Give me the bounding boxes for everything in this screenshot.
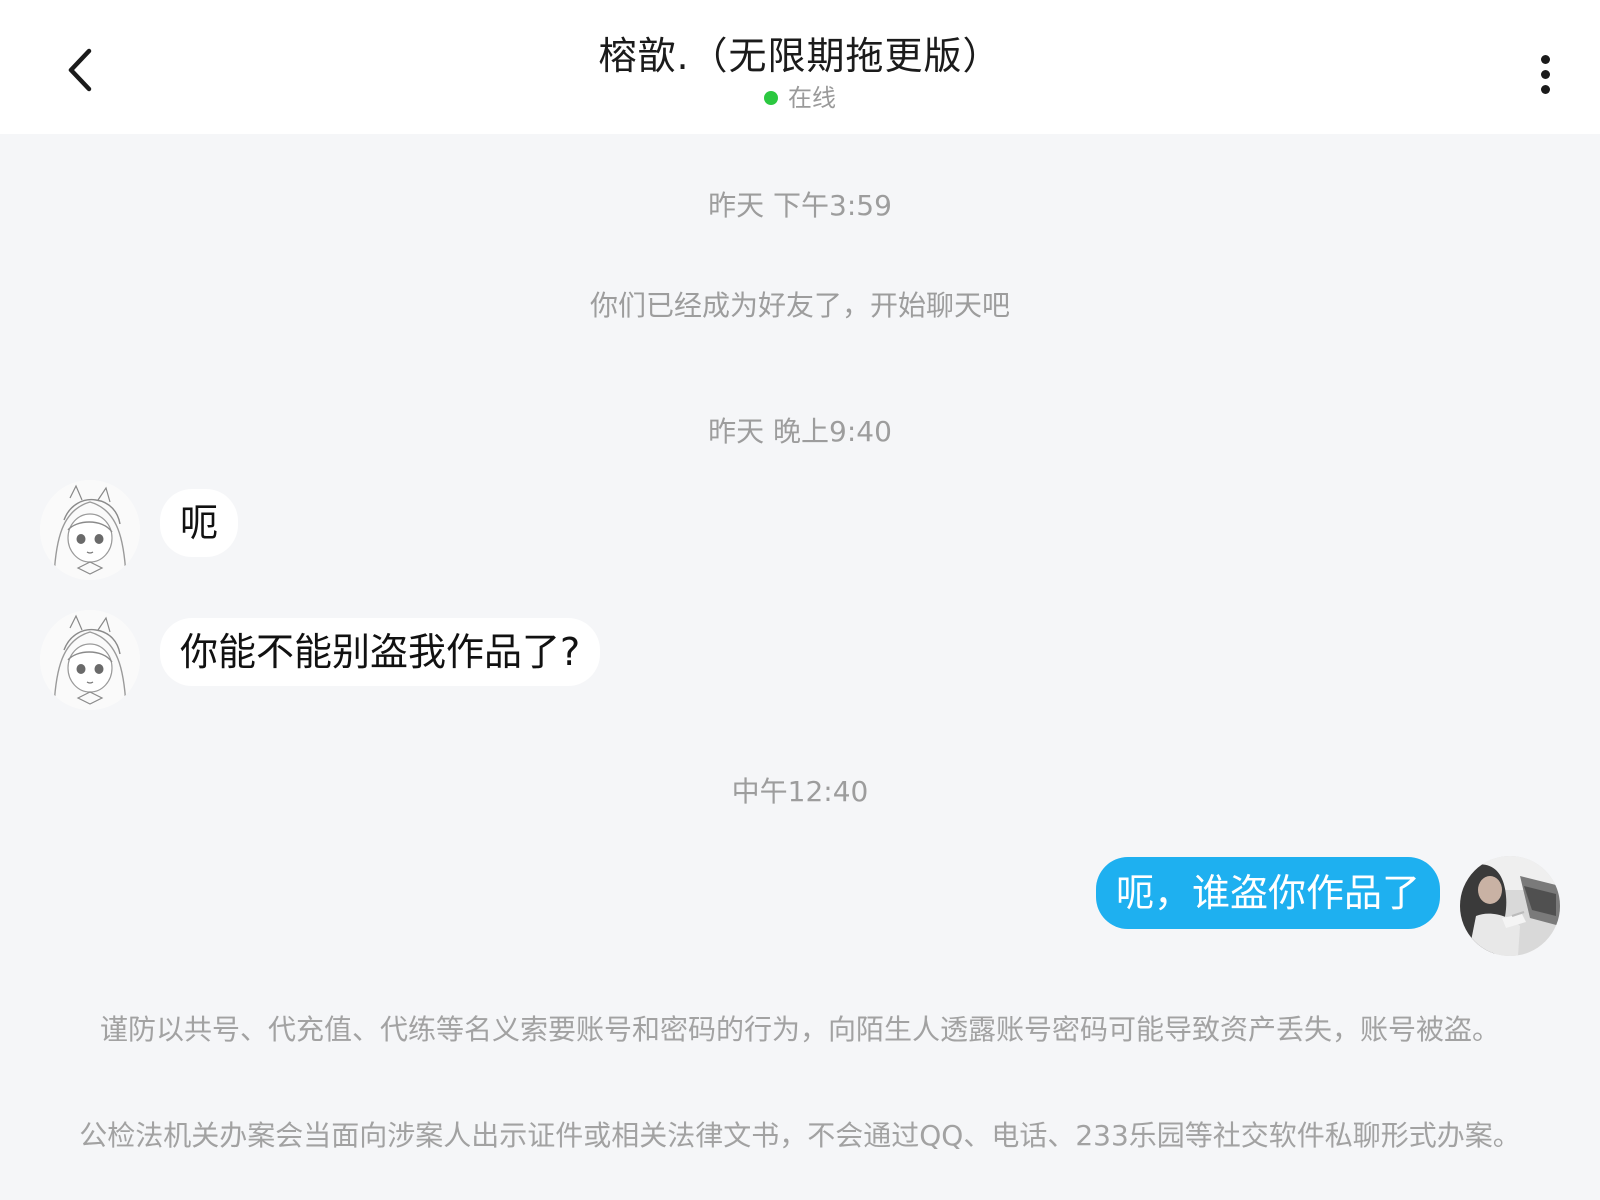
more-options-button[interactable] (1520, 46, 1570, 102)
user-avatar[interactable] (1460, 856, 1560, 956)
online-dot (764, 91, 778, 105)
timestamp: 昨天 晚上9:40 (708, 415, 892, 448)
more-vertical-icon (1540, 54, 1550, 64)
header-title-group: 榕歆.（无限期拖更版） 在线 (0, 28, 1600, 114)
message-text: 你能不能别盗我作品了? (180, 630, 581, 674)
timestamp: 中午12:40 (731, 775, 869, 808)
message-text: 呃，谁盗你作品了 (1115, 871, 1420, 915)
security-notice: 谨防以共号、代充值、代练等名义索要账号和密码的行为，向陌生人透露账号密码可能导致… (99, 1013, 1500, 1046)
chat-header: 榕歆.（无限期拖更版） 在线 (0, 0, 1600, 134)
anime-sketch-avatar-icon (40, 480, 140, 580)
outgoing-message-bubble[interactable]: 呃，谁盗你作品了 (1095, 857, 1440, 929)
incoming-message-bubble[interactable]: 呃 (160, 489, 239, 557)
timestamp: 昨天 下午3:59 (708, 189, 892, 222)
incoming-message-bubble[interactable]: 你能不能别盗我作品了? (160, 618, 601, 686)
anime-sketch-avatar-icon (40, 610, 140, 710)
user-photo-avatar-icon (1460, 856, 1560, 956)
friend-added-notice: 你们已经成为好友了，开始聊天吧 (589, 289, 1010, 322)
contact-avatar[interactable] (40, 480, 140, 580)
message-text: 呃 (180, 501, 219, 545)
chat-screen: 榕歆.（无限期拖更版） 在线 昨天 下午3:59 你们已经成为好友了，开始聊天吧… (0, 0, 1600, 1200)
legal-notice: 公检法机关办案会当面向涉案人出示证件或相关法律文书，不会通过QQ、电话、233乐… (79, 1119, 1521, 1152)
contact-avatar[interactable] (40, 610, 140, 710)
contact-name: 榕歆.（无限期拖更版） (598, 34, 1002, 78)
online-status: 在线 (0, 82, 1600, 114)
status-label: 在线 (788, 84, 836, 112)
